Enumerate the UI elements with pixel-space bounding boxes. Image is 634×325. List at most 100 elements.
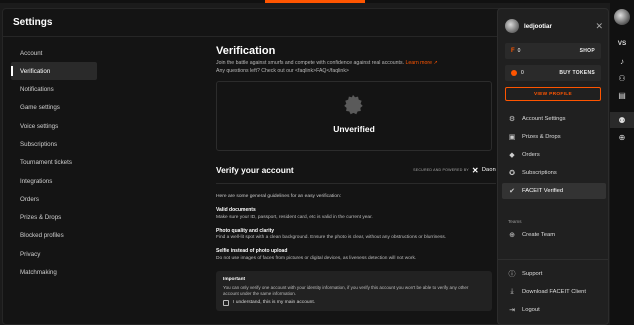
friends-icon[interactable]: ⚇ [610, 71, 634, 85]
create-team-label: Create Team [522, 232, 556, 238]
guideline-text: Do not use images of faces from pictures… [216, 255, 417, 261]
menu-item-logout[interactable]: ⇥ Logout [502, 302, 606, 318]
menu-item-label: Support [522, 271, 543, 277]
verify-title: Verify your account [216, 165, 294, 175]
guideline-text: Find a well-lit spot with a clean backgr… [216, 235, 447, 240]
divider [498, 259, 608, 260]
guideline-title: Valid documents [216, 207, 256, 213]
bell-icon[interactable]: ♪ [610, 54, 634, 68]
guidelines-intro: Here are some general guidelines for an … [216, 194, 342, 199]
gift-icon: ▣ [508, 134, 516, 142]
nav-item-matchmaking[interactable]: Matchmaking [11, 264, 97, 282]
profile-menu-header: ledjootiar ✕ [505, 17, 603, 35]
important-title: Important [223, 276, 246, 282]
menu-item-label: Subscriptions [522, 170, 557, 177]
nav-item-blocked-profiles[interactable]: Blocked profiles [11, 227, 97, 245]
points-wallet[interactable]: F 0 SHOP [505, 43, 601, 59]
menu-item-label: Logout [522, 307, 540, 314]
top-accent [265, 0, 365, 3]
chat-icon[interactable]: ▤ [610, 88, 634, 102]
nav-item-game-settings[interactable]: Game settings [11, 99, 97, 117]
important-text: You can only verify one account with you… [223, 284, 469, 296]
teams-label: Teams [508, 219, 522, 224]
shop-button[interactable]: SHOP [580, 48, 595, 54]
menu-item-label: Orders [522, 152, 540, 159]
faceit-points-icon: F [511, 48, 515, 54]
settings-nav: Account Verification Notifications Game … [11, 44, 97, 282]
divider [216, 183, 496, 184]
secured-by: SECURED AND POWERED BY ✕ Daon [413, 166, 496, 175]
nav-item-notifications[interactable]: Notifications [11, 81, 97, 99]
gear-icon: ⚙ [508, 116, 516, 123]
nav-item-prizes-drops[interactable]: Prizes & Drops [11, 209, 97, 227]
secured-label: SECURED AND POWERED BY [413, 168, 469, 172]
menu-item-faceit-verified[interactable]: ✔ FACEIT Verified [502, 183, 606, 200]
top-bar [0, 0, 634, 3]
guideline-title: Photo quality and clarity [216, 227, 275, 234]
menu-item-orders[interactable]: ◆ Orders [502, 147, 606, 163]
guideline-title: Selfie instead of photo upload [216, 248, 288, 254]
profile-menu-list: ⚙ Account Settings ▣ Prizes & Drops ◆ Or… [502, 111, 606, 201]
lead-text: Join the battle against smurfs and compe… [216, 60, 405, 66]
main-account-checkbox[interactable]: I understand, this is my main account. [223, 299, 485, 306]
checkbox-label: I understand, this is my main account. [233, 300, 316, 306]
verified-icon: ✔ [509, 188, 515, 196]
nav-item-integrations[interactable]: Integrations [11, 172, 97, 190]
learn-more-link[interactable]: Learn more ↗ [405, 60, 437, 66]
daon-logo-icon: ✕ [471, 165, 479, 175]
nav-item-verification[interactable]: Verification [11, 62, 97, 81]
right-rail: VS ♪ ⚇ ▤ ⚉ ⊕ [610, 0, 634, 325]
close-icon[interactable]: ✕ [595, 21, 603, 32]
logout-icon: ⇥ [509, 307, 515, 315]
avatar[interactable] [614, 9, 630, 25]
important-notice: Important You can only verify one accoun… [216, 270, 492, 311]
nav-item-orders[interactable]: Orders [11, 190, 97, 208]
verify-header: Verify your account SECURED AND POWERED … [216, 161, 496, 179]
username[interactable]: ledjootiar [524, 23, 590, 30]
menu-item-download-client[interactable]: ⤓ Download FACEIT Client [502, 284, 606, 300]
menu-item-support[interactable]: ⓘ Support [502, 266, 606, 282]
nav-item-voice-settings[interactable]: Voice settings [11, 117, 97, 135]
nav-item-account[interactable]: Account [11, 44, 97, 62]
verification-status: Unverified [333, 124, 375, 134]
guideline-text: Make sure your ID, passport, resident ca… [216, 214, 373, 220]
faq-text[interactable]: Any questions left? Check out our <faqli… [216, 68, 349, 74]
profile-menu: ledjootiar ✕ F 0 SHOP 0 BUY TOKENS VIEW … [497, 8, 609, 325]
checkbox-icon[interactable] [223, 299, 229, 306]
create-team-group: ⊕ Create Team [502, 227, 606, 245]
menu-item-prizes-drops[interactable]: ▣ Prizes & Drops [502, 129, 606, 145]
verification-content: Verification Join the battle against smu… [216, 45, 496, 311]
add-circle-icon[interactable]: ⊕ [610, 130, 634, 144]
nav-item-privacy[interactable]: Privacy [11, 245, 97, 263]
download-icon: ⤓ [510, 288, 514, 296]
plus-circle-icon: ⊕ [509, 232, 515, 239]
info-icon: ⓘ [508, 271, 516, 278]
menu-item-label: Download FACEIT Client [522, 289, 587, 296]
settings-title: Settings [13, 17, 53, 28]
tag-icon: ◆ [509, 152, 515, 160]
menu-item-label: Prizes & Drops [522, 134, 561, 141]
profile-menu-footer: ⓘ Support ⤓ Download FACEIT Client ⇥ Log… [502, 266, 606, 320]
nav-item-tournament-tickets[interactable]: Tournament tickets [11, 154, 97, 172]
menu-item-account-settings[interactable]: ⚙ Account Settings [502, 111, 606, 127]
create-team-button[interactable]: ⊕ Create Team [502, 227, 606, 243]
party-icon[interactable]: ⚉ [610, 112, 634, 128]
menu-item-label: Account Settings [522, 116, 566, 122]
secured-brand: Daon [481, 167, 496, 173]
tokens-amount: 0 [521, 70, 524, 76]
subscription-icon: ✪ [509, 170, 515, 178]
nav-item-subscriptions[interactable]: Subscriptions [11, 135, 97, 153]
menu-item-subscriptions[interactable]: ✪ Subscriptions [502, 165, 606, 181]
verification-lead: Join the battle against smurfs and compe… [216, 59, 496, 75]
buy-tokens-button[interactable]: BUY TOKENS [559, 70, 595, 76]
play-vs-button[interactable]: VS [610, 36, 634, 50]
verification-status-card: Unverified [216, 81, 492, 151]
page-title: Verification [216, 45, 276, 57]
view-profile-button[interactable]: VIEW PROFILE [505, 87, 601, 101]
points-amount: 0 [517, 48, 521, 54]
menu-item-label: FACEIT Verified [522, 188, 564, 195]
tokens-wallet[interactable]: 0 BUY TOKENS [505, 65, 601, 81]
token-icon [511, 70, 517, 76]
verified-badge-icon [344, 94, 363, 115]
avatar[interactable] [505, 19, 519, 33]
